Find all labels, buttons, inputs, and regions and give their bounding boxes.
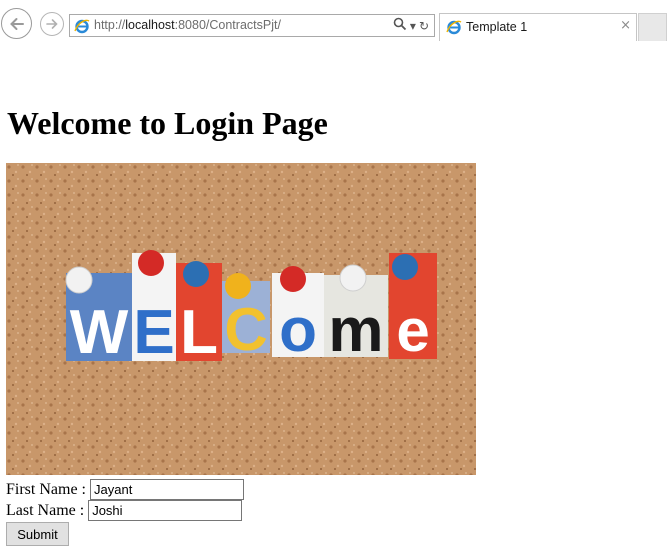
letter-o: o (279, 296, 317, 365)
letter-m: m (328, 296, 383, 365)
refresh-icon[interactable]: ↻ (419, 19, 429, 33)
welcome-image: W E L C o m e (6, 163, 476, 475)
browser-chrome: http://localhost:8080/ContractsPjt/ ▾ ↻ … (0, 0, 671, 42)
last-name-label: Last Name : (6, 501, 85, 519)
ie-tab-icon (446, 20, 462, 35)
search-icon[interactable] (393, 17, 407, 34)
first-name-input[interactable] (90, 479, 244, 500)
last-name-input[interactable] (88, 500, 243, 521)
url-text: http://localhost:8080/ContractsPjt/ (94, 18, 281, 32)
back-button[interactable] (1, 8, 32, 39)
letter-w: W (70, 298, 129, 367)
tab-title: Template 1 (466, 20, 528, 34)
submit-button[interactable]: Submit (6, 522, 69, 546)
ie-page-icon (74, 19, 90, 34)
letter-e2: e (396, 297, 429, 364)
address-bar[interactable]: http://localhost:8080/ContractsPjt/ ▾ ↻ (69, 14, 435, 37)
letter-e: E (133, 298, 174, 367)
forward-arrow-icon (46, 19, 58, 29)
letter-l: L (180, 298, 218, 367)
close-icon[interactable]: × (620, 18, 631, 33)
forward-button[interactable] (40, 12, 64, 36)
address-dropdown-icon[interactable]: ▾ (410, 19, 416, 33)
back-arrow-icon (9, 17, 24, 30)
first-name-row: First Name : (6, 479, 244, 500)
page-title: Welcome to Login Page (7, 105, 328, 141)
first-name-label: First Name : (6, 480, 86, 498)
tab-template-1[interactable]: Template 1 × (439, 13, 637, 41)
letter-c: C (224, 296, 267, 363)
new-tab-button[interactable] (638, 13, 667, 41)
last-name-row: Last Name : (6, 500, 243, 521)
